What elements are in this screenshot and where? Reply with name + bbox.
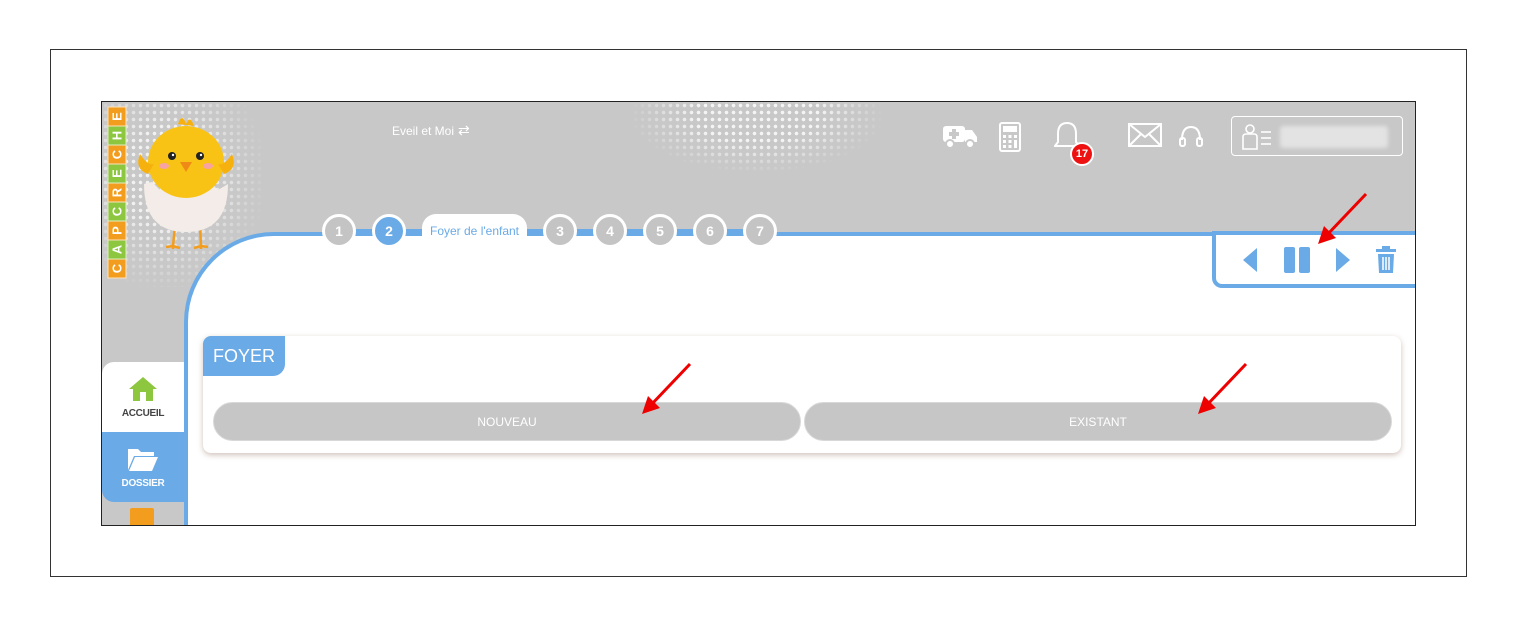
step-connector [627,229,644,233]
trash-icon[interactable] [1375,245,1397,274]
step-connector [727,229,744,233]
step-5[interactable]: 5 [643,214,678,248]
step-4[interactable]: 4 [593,214,628,248]
folder-icon [128,448,158,471]
step-connector [406,229,422,233]
brand-logo-strip[interactable]: CAPCRECHE [107,106,127,279]
step-indicator: 1 2 Foyer de l'enfant 3 4 5 6 7 [322,213,778,249]
existant-button[interactable]: EXISTANT [804,402,1392,441]
headset-icon[interactable] [1178,124,1204,152]
logo-letter: A [107,239,127,260]
next-icon[interactable] [1334,247,1352,273]
sidebar-item-dossier[interactable]: DOSSIER [102,432,184,502]
step-6[interactable]: 6 [693,214,728,248]
user-icon [1242,124,1271,150]
logo-letter: H [107,125,127,146]
logo-letter: P [107,220,127,241]
step-3[interactable]: 3 [543,214,578,248]
step-connector [677,229,694,233]
sidebar-item-label: DOSSIER [121,477,165,489]
annotation-arrow-icon [642,362,692,414]
ambulance-icon[interactable] [942,122,978,150]
annotation-arrow-icon [1198,362,1248,414]
home-icon [129,376,157,401]
sidebar-item-label: ACCUEIL [121,407,165,419]
logo-letter: C [107,144,127,165]
step-2[interactable]: 2 [372,214,406,248]
logo-letter: E [107,163,127,184]
sidebar-item-partial[interactable] [130,508,154,525]
card-title: FOYER [203,336,286,376]
nouveau-button[interactable]: NOUVEAU [213,402,801,441]
site-switcher[interactable]: Eveil et Moi ⇄ [392,122,470,139]
step-7[interactable]: 7 [743,214,778,248]
step-connector [356,229,372,233]
step-connector [527,229,544,233]
calculator-icon[interactable] [999,122,1021,152]
sidebar-item-accueil[interactable]: ACCUEIL [102,362,184,432]
step-connector [577,229,594,233]
mail-icon[interactable] [1128,123,1162,147]
previous-icon[interactable] [1241,247,1259,273]
notification-badge: 17 [1070,142,1094,166]
chick-mascot-icon [138,118,234,250]
dot-pattern-top [632,102,882,172]
user-name-redacted [1280,126,1388,148]
app-window: CAPCRECHE Eveil et Moi ⇄ 17 1 2 Foyer de… [101,101,1416,526]
pause-icon[interactable] [1282,245,1312,275]
step-1[interactable]: 1 [322,214,356,248]
logo-letter: R [107,182,127,203]
logo-letter: C [107,201,127,222]
site-name: Eveil et Moi [392,123,455,138]
active-step-label: Foyer de l'enfant [422,214,528,248]
swap-icon: ⇄ [458,122,470,138]
sidebar: ACCUEIL DOSSIER [102,362,184,525]
logo-letter: C [107,258,127,279]
user-account-box[interactable] [1231,116,1403,156]
annotation-arrow-icon [1318,192,1368,244]
logo-letter: E [107,106,127,127]
